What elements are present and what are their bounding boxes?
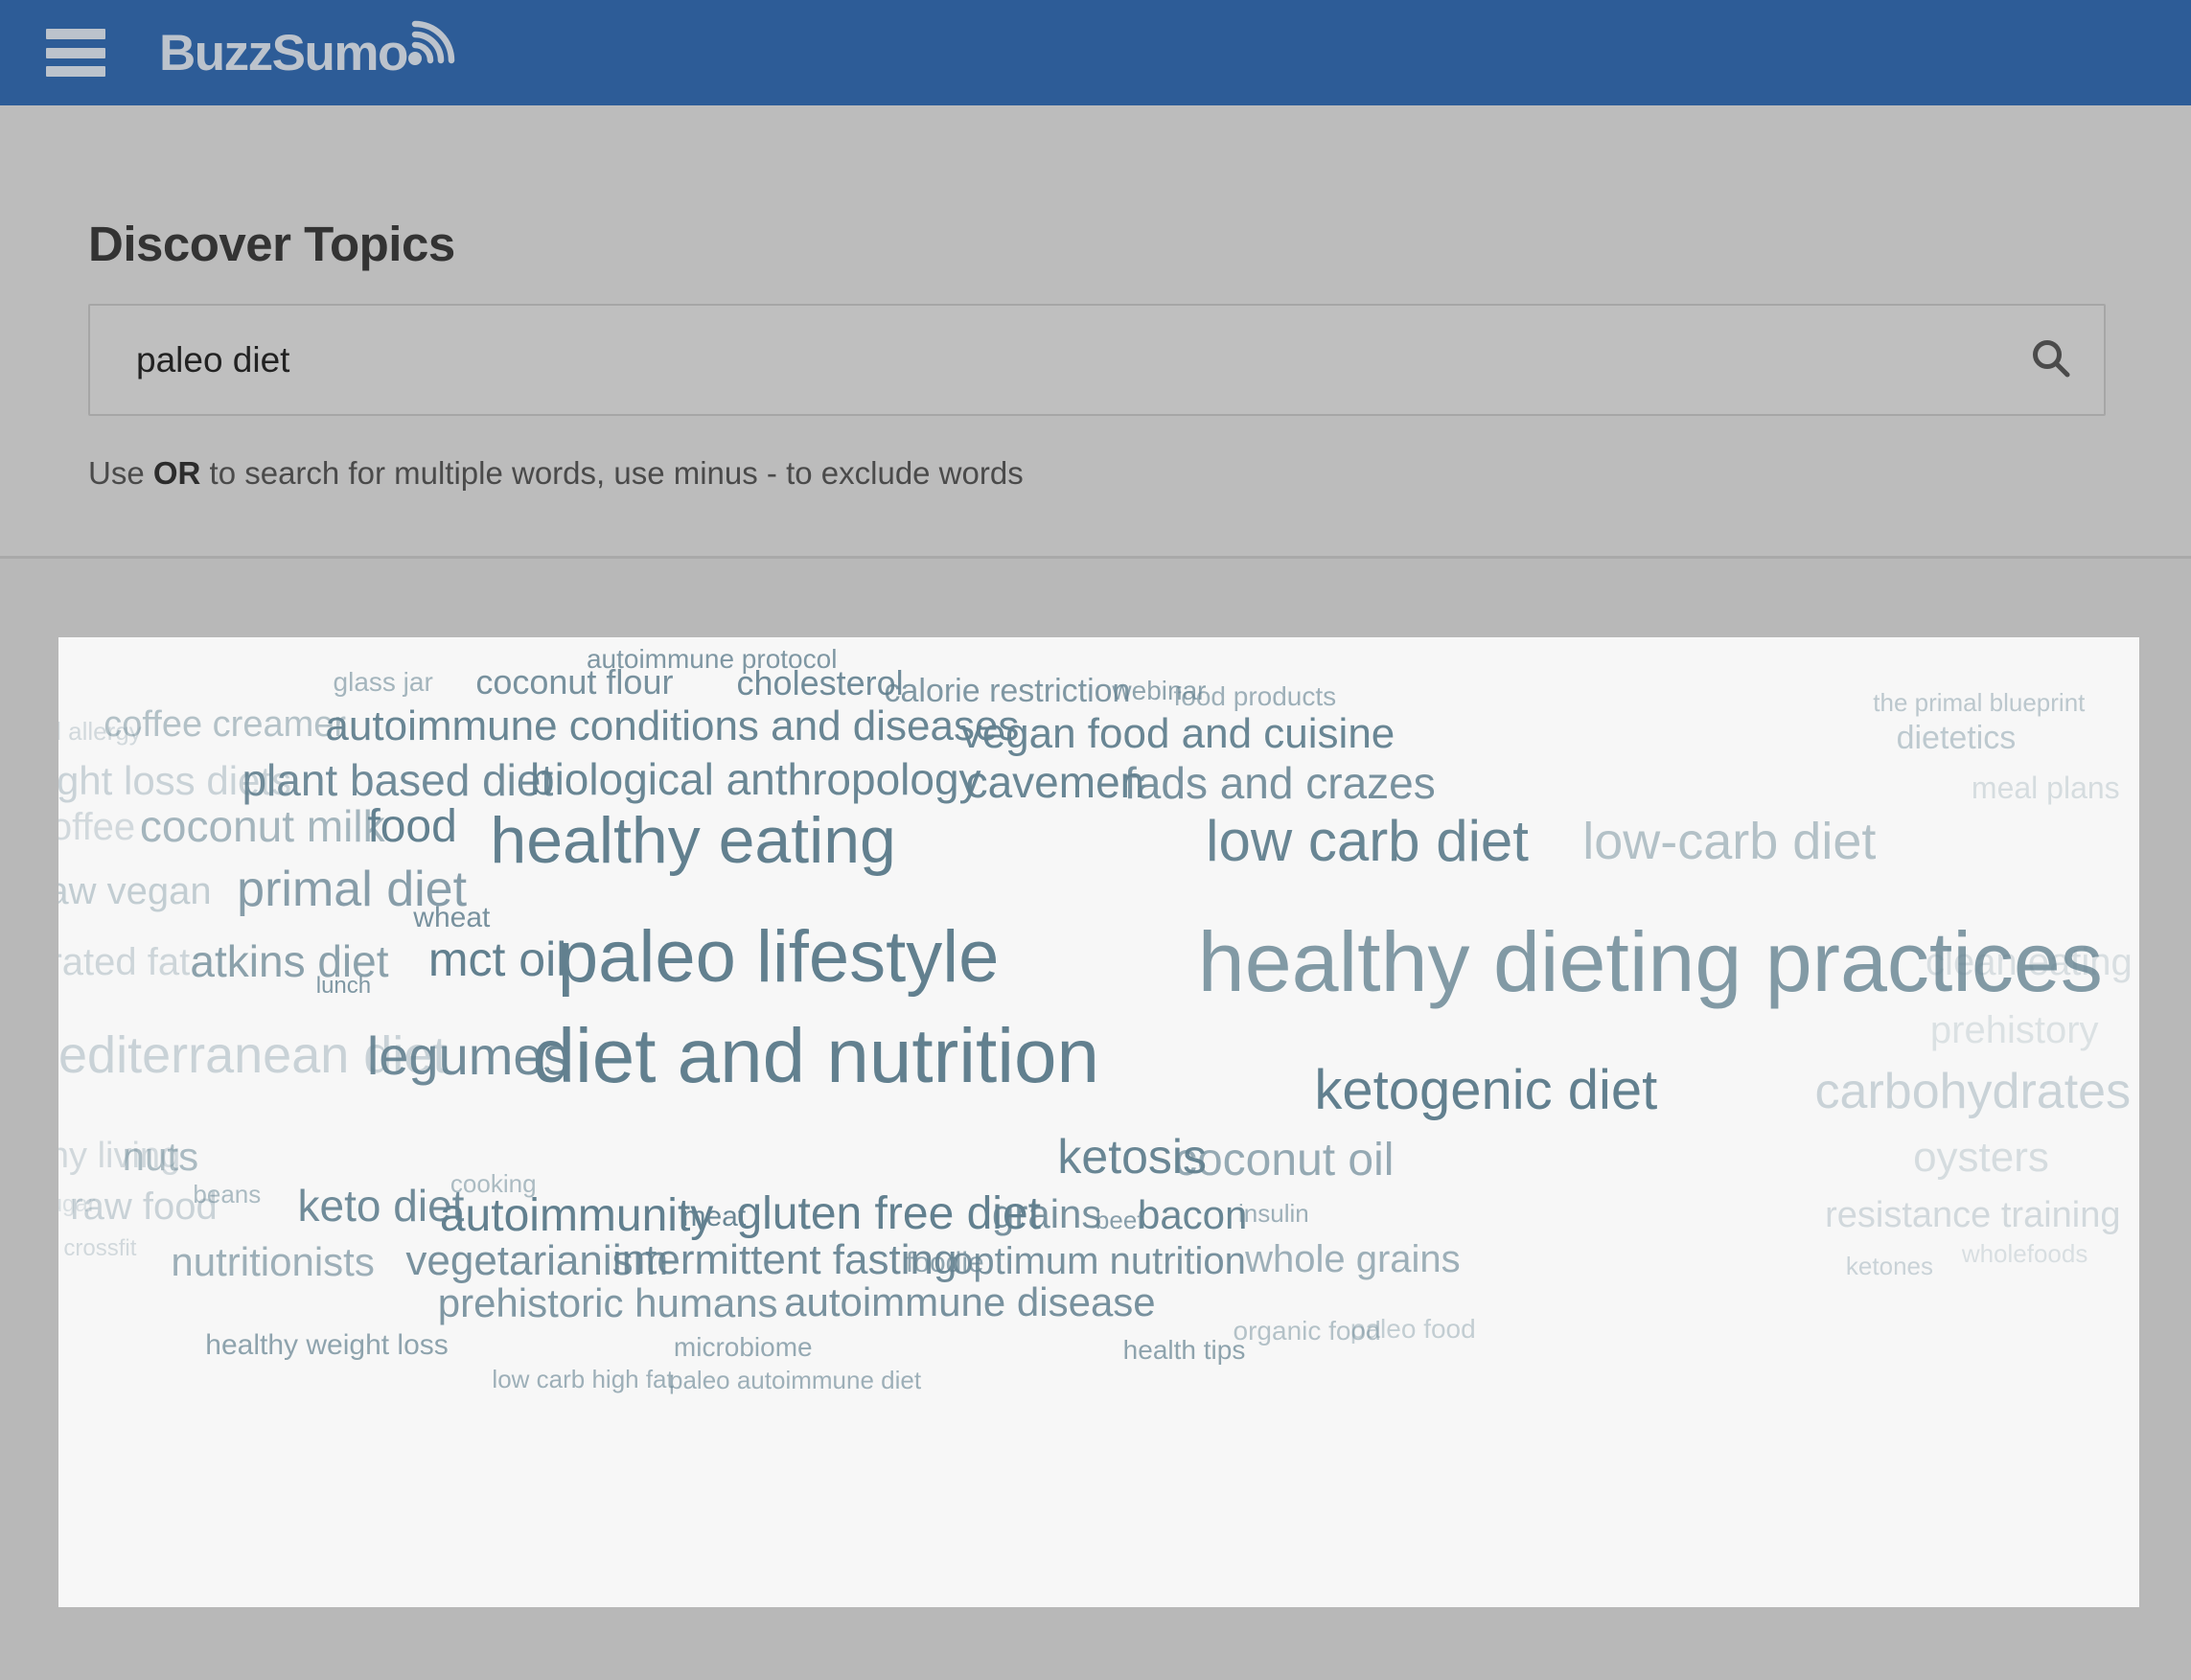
word-cloud-term[interactable]: vegetarianism <box>405 1239 668 1282</box>
word-cloud-term[interactable]: beans <box>193 1182 261 1207</box>
hamburger-bar <box>46 29 105 39</box>
word-cloud-term[interactable]: food allergy <box>58 719 142 744</box>
word-cloud-term[interactable]: cooking <box>450 1171 537 1196</box>
search-icon <box>2029 336 2073 383</box>
word-cloud-term[interactable]: carbohydrates <box>1815 1067 2132 1116</box>
word-cloud-term[interactable]: coconut milk <box>140 804 385 848</box>
word-cloud-term[interactable]: wholefoods <box>1962 1241 2088 1266</box>
word-cloud-term[interactable]: meat <box>682 1203 747 1231</box>
wifi-signal-icon <box>402 16 457 77</box>
word-cloud-term[interactable]: whole grains <box>1245 1240 1461 1278</box>
word-cloud-term[interactable]: paleo autoimmune diet <box>669 1368 921 1392</box>
word-cloud-term[interactable]: the primal blueprint <box>1873 690 2085 715</box>
word-cloud-term[interactable]: insulin <box>1238 1201 1309 1226</box>
word-cloud-term[interactable]: mct oil <box>428 935 566 983</box>
word-cloud-term[interactable]: raw vegan <box>58 872 212 910</box>
hamburger-bar <box>46 66 105 77</box>
page-title: Discover Topics <box>88 217 455 271</box>
word-cloud-term[interactable]: healthy weight loss <box>205 1330 448 1360</box>
word-cloud-term[interactable]: dietetics <box>1897 722 2017 754</box>
word-cloud-term[interactable]: autoimmunity <box>440 1193 713 1239</box>
hamburger-menu-icon[interactable] <box>46 29 105 77</box>
word-cloud-term[interactable]: biological anthropology <box>530 757 981 801</box>
word-cloud-card: healthy dieting practices diet and nutrit… <box>58 637 2139 1607</box>
word-cloud-term[interactable]: ketogenic diet <box>1314 1062 1657 1118</box>
word-cloud-term[interactable]: sugar <box>58 1193 96 1216</box>
word-cloud-term[interactable]: low carb high fat <box>492 1367 673 1392</box>
brand-logo[interactable]: BuzzSumo <box>159 0 457 105</box>
helper-operator: OR <box>152 455 201 491</box>
word-cloud-term[interactable]: ketones <box>1846 1254 1933 1278</box>
word-cloud-term[interactable]: calorie restriction <box>884 675 1130 707</box>
helper-prefix: Use <box>88 455 153 491</box>
app-header: BuzzSumo <box>0 0 2191 105</box>
helper-suffix: to search for multiple words, use minus … <box>200 455 1024 491</box>
word-cloud-term[interactable]: keto diet <box>298 1184 465 1228</box>
word-cloud-term[interactable]: microbiome <box>674 1333 813 1361</box>
word-cloud-term[interactable]: healthy eating <box>490 808 895 873</box>
search-input[interactable] <box>90 339 1998 380</box>
brand-name: BuzzSumo <box>159 24 408 81</box>
word-cloud-term[interactable]: autoimmune protocol <box>587 646 837 673</box>
word-cloud-term[interactable]: nutritionists <box>171 1241 374 1282</box>
word-cloud-term[interactable]: optimum nutrition <box>952 1242 1246 1280</box>
discover-topics-panel: Discover Topics Use OR to search for mul… <box>0 105 2191 559</box>
word-cloud-term[interactable]: beef <box>1096 1208 1144 1232</box>
word-cloud-term[interactable]: low carb diet <box>1206 812 1529 870</box>
word-cloud-term[interactable]: food products <box>1173 682 1336 710</box>
search-helper-text: Use OR to search for multiple words, use… <box>88 455 1024 492</box>
word-cloud-term[interactable]: oysters <box>1913 1137 2049 1179</box>
word-cloud-term[interactable]: meal plans <box>1972 772 2120 803</box>
word-cloud-term[interactable]: cavemen <box>966 760 1145 804</box>
word-cloud-term[interactable]: wheat <box>413 904 490 932</box>
word-cloud-term[interactable]: clean eating <box>1926 943 2133 981</box>
search-button[interactable] <box>1998 306 2104 414</box>
word-cloud-term[interactable]: vegan food and cuisine <box>961 713 1395 755</box>
word-cloud-term[interactable]: coconut oil <box>1174 1138 1394 1184</box>
search-bar <box>88 304 2106 416</box>
word-cloud-term[interactable]: glass jar <box>334 668 433 696</box>
word-cloud-term[interactable]: autoimmune disease <box>784 1282 1156 1323</box>
word-cloud-term[interactable]: bacon <box>1138 1195 1247 1235</box>
word-cloud-term[interactable]: paleo lifestyle <box>558 920 1000 994</box>
hamburger-bar <box>46 47 105 58</box>
word-cloud-term[interactable]: health tips <box>1123 1336 1246 1364</box>
word-cloud-term[interactable]: crossfit <box>63 1236 136 1260</box>
word-cloud: healthy dieting practices diet and nutrit… <box>58 637 2139 1607</box>
word-cloud-term[interactable]: resistance training <box>1825 1197 2120 1233</box>
word-cloud-term[interactable]: paleo food <box>1350 1315 1476 1343</box>
word-cloud-term[interactable]: foodie <box>906 1248 984 1277</box>
word-cloud-term[interactable]: fads and crazes <box>1124 761 1436 805</box>
word-cloud-term[interactable]: autoimmune conditions and diseases <box>325 705 1019 748</box>
word-cloud-term[interactable]: low-carb diet <box>1582 816 1876 867</box>
word-cloud-term[interactable]: saturated fat <box>58 943 190 981</box>
word-cloud-term[interactable]: healthy living <box>58 1138 180 1174</box>
word-cloud-term[interactable]: coffee <box>58 808 135 846</box>
word-cloud-term[interactable]: prehistory <box>1930 1011 2099 1049</box>
word-cloud-term[interactable]: prehistoric humans <box>438 1283 778 1323</box>
word-cloud-term[interactable]: grains <box>992 1194 1101 1234</box>
word-cloud-term[interactable]: mediterranean diet <box>58 1029 447 1081</box>
word-cloud-term[interactable]: weight loss diets <box>58 760 291 801</box>
word-cloud-term[interactable]: lunch <box>316 975 371 998</box>
word-cloud-term[interactable]: diet and nutrition <box>532 1018 1099 1094</box>
